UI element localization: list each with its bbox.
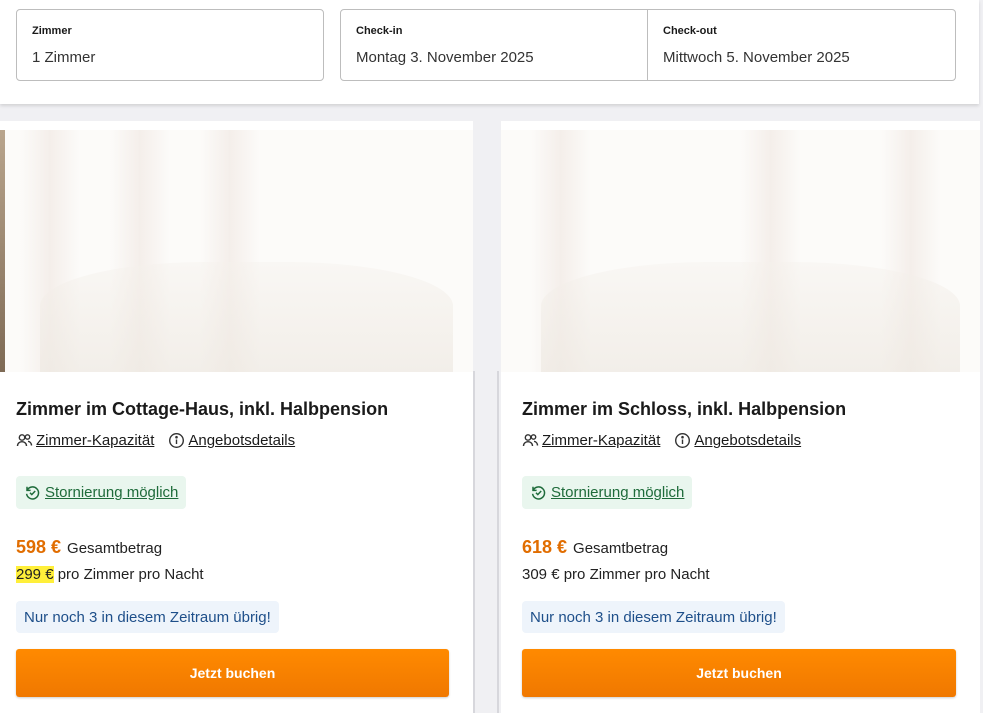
night-price-label: pro Zimmer pro Nacht (57, 566, 204, 583)
rooms-field[interactable]: Zimmer 1 Zimmer (16, 9, 324, 81)
offer-title: Zimmer im Cottage-Haus, inkl. Halbpensio… (16, 399, 389, 419)
checkin-label: Check-in (356, 25, 403, 37)
book-button[interactable]: Jetzt buchen (522, 649, 956, 697)
total-price: 598 € Gesamtbetrag (16, 537, 162, 558)
card-divider (473, 371, 499, 713)
details-link[interactable]: Angebotsdetails (674, 432, 801, 449)
people-icon (522, 432, 539, 449)
offer-links: Zimmer-Kapazität Angebotsdetails (16, 432, 295, 449)
night-price: 309 € pro Zimmer pro Nacht (522, 566, 710, 583)
offer-title: Zimmer im Schloss, inkl. Halbpension (522, 399, 847, 419)
room-photo[interactable] (501, 130, 980, 372)
details-link-label: Angebotsdetails (188, 432, 296, 449)
night-price-amount: 309 € (522, 566, 560, 583)
cancellation-label: Stornierung möglich (45, 484, 179, 501)
rooms-label: Zimmer (32, 25, 72, 37)
refresh-check-icon (530, 484, 547, 501)
rooms-value: 1 Zimmer (32, 49, 96, 66)
cancellation-badge[interactable]: Stornierung möglich (522, 476, 693, 509)
book-button[interactable]: Jetzt buchen (16, 649, 449, 697)
total-amount: 598 € (16, 537, 62, 557)
photo-edge (0, 130, 5, 372)
checkin-value: Montag 3. November 2025 (356, 49, 534, 66)
scarcity-badge: Nur noch 3 in diesem Zeitraum übrig! (16, 601, 279, 633)
people-icon (16, 432, 33, 449)
total-amount: 618 € (522, 537, 568, 557)
checkout-field[interactable]: Check-out Mittwoch 5. November 2025 (647, 9, 956, 81)
capacity-link-label: Zimmer-Kapazität (36, 432, 155, 449)
offer-card: Zimmer im Cottage-Haus, inkl. Halbpensio… (0, 121, 473, 713)
offer-links: Zimmer-Kapazität Angebotsdetails (522, 432, 801, 449)
cancellation-label: Stornierung möglich (551, 484, 685, 501)
capacity-link[interactable]: Zimmer-Kapazität (522, 432, 660, 449)
total-price: 618 € Gesamtbetrag (522, 537, 668, 558)
night-price-label: pro Zimmer pro Nacht (563, 566, 710, 583)
checkout-label: Check-out (663, 25, 717, 37)
search-panel: Zimmer 1 Zimmer Check-in Montag 3. Novem… (0, 0, 979, 104)
details-link-label: Angebotsdetails (694, 432, 802, 449)
night-price: 299 € pro Zimmer pro Nacht (16, 566, 204, 583)
total-label: Gesamtbetrag (67, 540, 163, 557)
capacity-link-label: Zimmer-Kapazität (542, 432, 661, 449)
bed (541, 262, 960, 372)
bed (40, 262, 453, 372)
details-link[interactable]: Angebotsdetails (168, 432, 295, 449)
night-price-amount: 299 € (16, 566, 54, 583)
scarcity-badge: Nur noch 3 in diesem Zeitraum übrig! (522, 601, 785, 633)
total-label: Gesamtbetrag (573, 540, 669, 557)
info-icon (168, 432, 185, 449)
checkout-value: Mittwoch 5. November 2025 (663, 49, 850, 66)
cancellation-badge[interactable]: Stornierung möglich (16, 476, 187, 509)
checkin-field[interactable]: Check-in Montag 3. November 2025 (340, 9, 648, 81)
offer-card: Zimmer im Schloss, inkl. Halbpension Zim… (501, 121, 980, 713)
info-icon (674, 432, 691, 449)
room-photo[interactable] (0, 130, 473, 372)
capacity-link[interactable]: Zimmer-Kapazität (16, 432, 154, 449)
refresh-check-icon (24, 484, 41, 501)
